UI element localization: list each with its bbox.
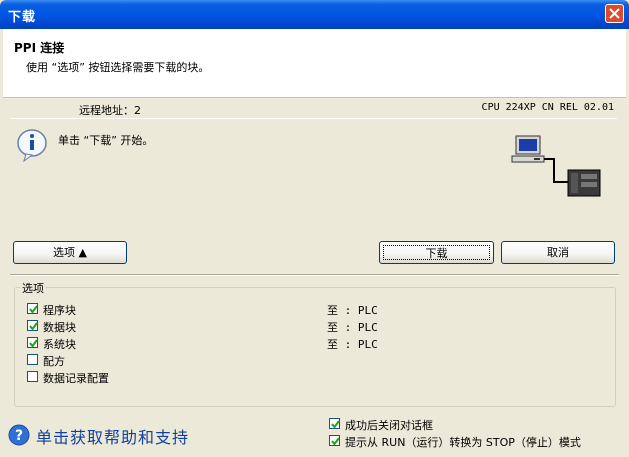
cancel-button[interactable]: 取消 xyxy=(501,241,615,264)
info-icon xyxy=(16,128,48,165)
pc-plc-connection-icon xyxy=(510,132,605,203)
dialog-header: PPI 连接 使用 “选项” 按钮选择需要下载的块。 xyxy=(3,29,626,98)
option-target: 至 : PLC xyxy=(327,321,378,334)
download-button-label: 下载 xyxy=(383,245,490,260)
post-option-1[interactable]: 提示从 RUN（运行）转换为 STOP（停止）模式 xyxy=(329,434,619,449)
header-subtitle: 使用 “选项” 按钮选择需要下载的块。 xyxy=(26,61,210,74)
option-target: 至 : PLC xyxy=(327,304,378,317)
cpu-info: CPU 224XP CN REL 02.01 xyxy=(481,102,614,113)
remote-address: 远程地址：2 xyxy=(79,104,141,117)
option-label: 数据记录配置 xyxy=(43,372,109,385)
options-button[interactable]: 选项 ▲ xyxy=(13,241,127,264)
separator xyxy=(10,274,619,276)
option-checkbox[interactable] xyxy=(27,354,38,365)
option-label: 配方 xyxy=(43,355,65,368)
option-0[interactable]: 程序块 xyxy=(27,302,277,317)
option-label: 程序块 xyxy=(43,304,76,317)
check-icon xyxy=(331,437,340,446)
option-2[interactable]: 系统块 xyxy=(27,336,277,351)
close-button[interactable] xyxy=(605,4,624,23)
post-option-label: 提示从 RUN（运行）转换为 STOP（停止）模式 xyxy=(345,436,581,449)
option-checkbox[interactable] xyxy=(27,371,38,382)
check-icon xyxy=(29,322,38,331)
help-icon[interactable]: ? xyxy=(8,424,30,449)
check-icon xyxy=(29,305,38,314)
option-target: 至 : PLC xyxy=(327,338,378,351)
status-message: 单击 “下载” 开始。 xyxy=(58,134,154,147)
download-button[interactable]: 下载 xyxy=(379,241,494,264)
post-option-0[interactable]: 成功后关闭对话框 xyxy=(329,417,619,432)
check-icon xyxy=(29,339,38,348)
close-icon xyxy=(609,8,620,19)
header-title: PPI 连接 xyxy=(14,41,65,55)
option-4[interactable]: 数据记录配置 xyxy=(27,370,277,385)
post-option-checkbox[interactable] xyxy=(329,435,340,446)
svg-text:?: ? xyxy=(15,428,23,444)
options-group-label: 选项 xyxy=(20,280,46,296)
option-checkbox[interactable] xyxy=(27,303,38,314)
help-link[interactable]: 单击获取帮助和支持 xyxy=(36,424,189,448)
option-checkbox[interactable] xyxy=(27,320,38,331)
option-label: 数据块 xyxy=(43,321,76,334)
download-dialog: 下载 PPI 连接 使用 “选项” 按钮选择需要下载的块。 远程地址：2 CPU… xyxy=(0,0,629,457)
check-icon xyxy=(331,420,340,429)
post-option-label: 成功后关闭对话框 xyxy=(345,419,433,432)
post-option-checkbox[interactable] xyxy=(329,418,340,429)
title-bar[interactable]: 下载 xyxy=(0,0,629,29)
option-checkbox[interactable] xyxy=(27,337,38,348)
option-label: 系统块 xyxy=(43,338,76,351)
window-title: 下载 xyxy=(8,10,37,25)
option-1[interactable]: 数据块 xyxy=(27,319,277,334)
option-3[interactable]: 配方 xyxy=(27,353,277,368)
